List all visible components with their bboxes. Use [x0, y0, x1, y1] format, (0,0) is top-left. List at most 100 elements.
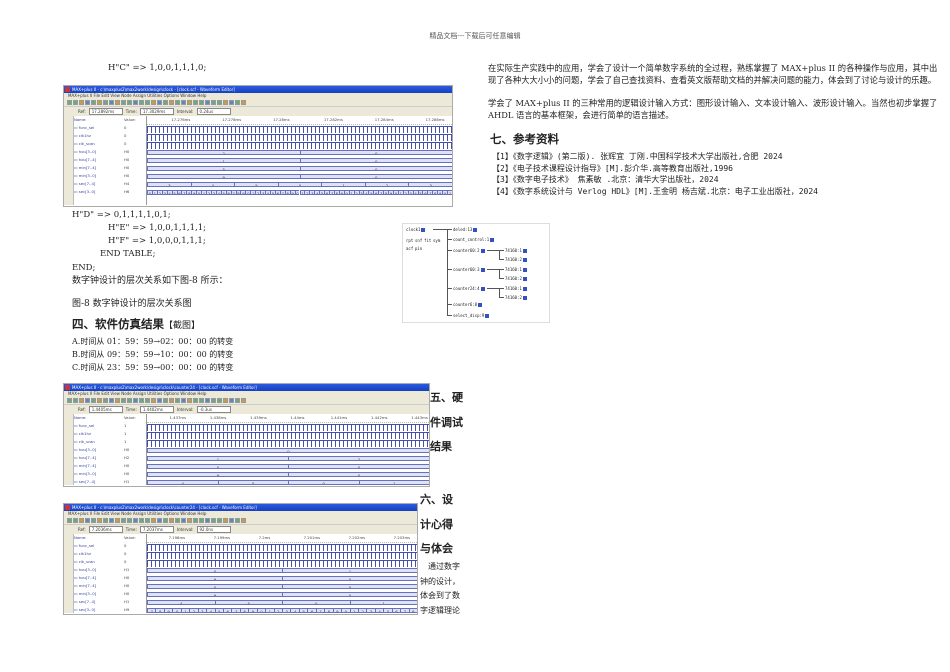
signal-name[interactable]: ▭ hou[7..4]: [74, 574, 124, 582]
signal-name[interactable]: ▭ clk_scan: [74, 558, 124, 566]
toolbar-button-icon[interactable]: [67, 100, 72, 105]
toolbar-button-icon[interactable]: [193, 398, 198, 403]
toolbar-button-icon[interactable]: [139, 518, 144, 523]
signal-name[interactable]: ▭ min[7..4]: [74, 582, 124, 590]
toolbar-button-icon[interactable]: [127, 100, 132, 105]
toolbar-button-icon[interactable]: [67, 518, 72, 523]
toolbar-button-icon[interactable]: [163, 518, 168, 523]
toolbar-button-icon[interactable]: [229, 398, 234, 403]
toolbar-button-icon[interactable]: [241, 518, 246, 523]
signal-name[interactable]: ▭ hou[7..4]: [74, 156, 124, 164]
toolbar-button-icon[interactable]: [85, 518, 90, 523]
signal-name[interactable]: ▭ hou[7..4]: [74, 454, 124, 462]
toolbar-button-icon[interactable]: [85, 398, 90, 403]
ref-field[interactable]: 7.2036ms: [88, 526, 123, 533]
toolbar-button-icon[interactable]: [223, 100, 228, 105]
toolbar-button-icon[interactable]: [181, 398, 186, 403]
signal-name[interactable]: ▭ clk1hz: [74, 550, 124, 558]
toolbar-button-icon[interactable]: [97, 398, 102, 403]
toolbar-button-icon[interactable]: [205, 518, 210, 523]
signal-name[interactable]: ▭ min[7..4]: [74, 164, 124, 172]
signal-name[interactable]: ▭ func_sel: [74, 422, 124, 430]
toolbar-button-icon[interactable]: [187, 100, 192, 105]
toolbar-button-icon[interactable]: [157, 398, 162, 403]
toolbar-button-icon[interactable]: [187, 518, 192, 523]
signal-name[interactable]: ▭ hou[3..0]: [74, 566, 124, 574]
toolbar-button-icon[interactable]: [97, 100, 102, 105]
toolbar-button-icon[interactable]: [157, 518, 162, 523]
toolbar-button-icon[interactable]: [175, 518, 180, 523]
toolbar-button-icon[interactable]: [127, 518, 132, 523]
toolbar-button-icon[interactable]: [217, 100, 222, 105]
toolbar-button-icon[interactable]: [121, 398, 126, 403]
toolbar-button-icon[interactable]: [223, 518, 228, 523]
toolbar-button-icon[interactable]: [79, 398, 84, 403]
toolbar-button-icon[interactable]: [115, 518, 120, 523]
toolbar-button-icon[interactable]: [181, 100, 186, 105]
toolbar-button-icon[interactable]: [211, 398, 216, 403]
toolbar-button-icon[interactable]: [73, 518, 78, 523]
toolbar-button-icon[interactable]: [109, 398, 114, 403]
signal-name[interactable]: ▭ min[3..0]: [74, 590, 124, 598]
ref-field[interactable]: 17.2892ms: [88, 108, 123, 115]
toolbar-button-icon[interactable]: [109, 518, 114, 523]
toolbar-button-icon[interactable]: [133, 398, 138, 403]
signal-name[interactable]: ▭ min[3..0]: [74, 470, 124, 478]
toolbar-button-icon[interactable]: [103, 100, 108, 105]
toolbar-button-icon[interactable]: [199, 518, 204, 523]
toolbar-button-icon[interactable]: [139, 100, 144, 105]
toolbar-button-icon[interactable]: [229, 100, 234, 105]
toolbar-button-icon[interactable]: [79, 518, 84, 523]
toolbar-button-icon[interactable]: [175, 100, 180, 105]
signal-name[interactable]: ▭ sec[3..0]: [74, 606, 124, 614]
signal-name[interactable]: ▭ sec[3..0]: [74, 486, 124, 487]
toolbar-button-icon[interactable]: [169, 518, 174, 523]
time-field[interactable]: 7.2037ms: [139, 526, 174, 533]
toolbar-button-icon[interactable]: [193, 518, 198, 523]
signal-name[interactable]: ▭ func_sel: [74, 542, 124, 550]
signal-name[interactable]: ▭ sec[7..4]: [74, 180, 124, 188]
toolbar-button-icon[interactable]: [103, 518, 108, 523]
toolbar-button-icon[interactable]: [181, 518, 186, 523]
toolbar-button-icon[interactable]: [133, 518, 138, 523]
ref-field[interactable]: 1.4405ms: [88, 406, 123, 413]
signal-name[interactable]: ▭ min[3..0]: [74, 172, 124, 180]
toolbar-button-icon[interactable]: [109, 100, 114, 105]
toolbar-button-icon[interactable]: [145, 100, 150, 105]
toolbar-button-icon[interactable]: [169, 100, 174, 105]
toolbar-button-icon[interactable]: [115, 100, 120, 105]
toolbar-button-icon[interactable]: [187, 398, 192, 403]
time-field[interactable]: 1.4402ms: [139, 406, 174, 413]
signal-name[interactable]: ▭ clk_scan: [74, 140, 124, 148]
toolbar-button-icon[interactable]: [151, 518, 156, 523]
toolbar-button-icon[interactable]: [241, 100, 246, 105]
interval-field[interactable]: 92.0ns: [196, 526, 231, 533]
toolbar-button-icon[interactable]: [235, 518, 240, 523]
toolbar-button-icon[interactable]: [169, 398, 174, 403]
signal-name[interactable]: ▭ clk1hz: [74, 132, 124, 140]
toolbar-button-icon[interactable]: [91, 518, 96, 523]
signal-name[interactable]: ▭ min[7..4]: [74, 462, 124, 470]
signal-name[interactable]: ▭ sec[7..4]: [74, 598, 124, 606]
toolbar-button-icon[interactable]: [103, 398, 108, 403]
signal-name[interactable]: ▭ sec[7..4]: [74, 478, 124, 486]
toolbar-button-icon[interactable]: [151, 100, 156, 105]
toolbar-button-icon[interactable]: [121, 100, 126, 105]
toolbar-button-icon[interactable]: [67, 398, 72, 403]
toolbar-button-icon[interactable]: [241, 398, 246, 403]
toolbar-button-icon[interactable]: [205, 100, 210, 105]
toolbar-button-icon[interactable]: [151, 398, 156, 403]
toolbar-button-icon[interactable]: [145, 518, 150, 523]
interval-field[interactable]: 0.24us: [196, 108, 231, 115]
toolbar-button-icon[interactable]: [73, 100, 78, 105]
toolbar-button-icon[interactable]: [145, 398, 150, 403]
toolbar-button-icon[interactable]: [121, 518, 126, 523]
signal-name[interactable]: ▭ clk_scan: [74, 438, 124, 446]
toolbar-button-icon[interactable]: [235, 398, 240, 403]
toolbar-button-icon[interactable]: [175, 398, 180, 403]
signal-name[interactable]: ▭ func_sel: [74, 124, 124, 132]
toolbar-button-icon[interactable]: [199, 100, 204, 105]
toolbar-button-icon[interactable]: [211, 518, 216, 523]
toolbar-button-icon[interactable]: [223, 398, 228, 403]
toolbar-button-icon[interactable]: [127, 398, 132, 403]
